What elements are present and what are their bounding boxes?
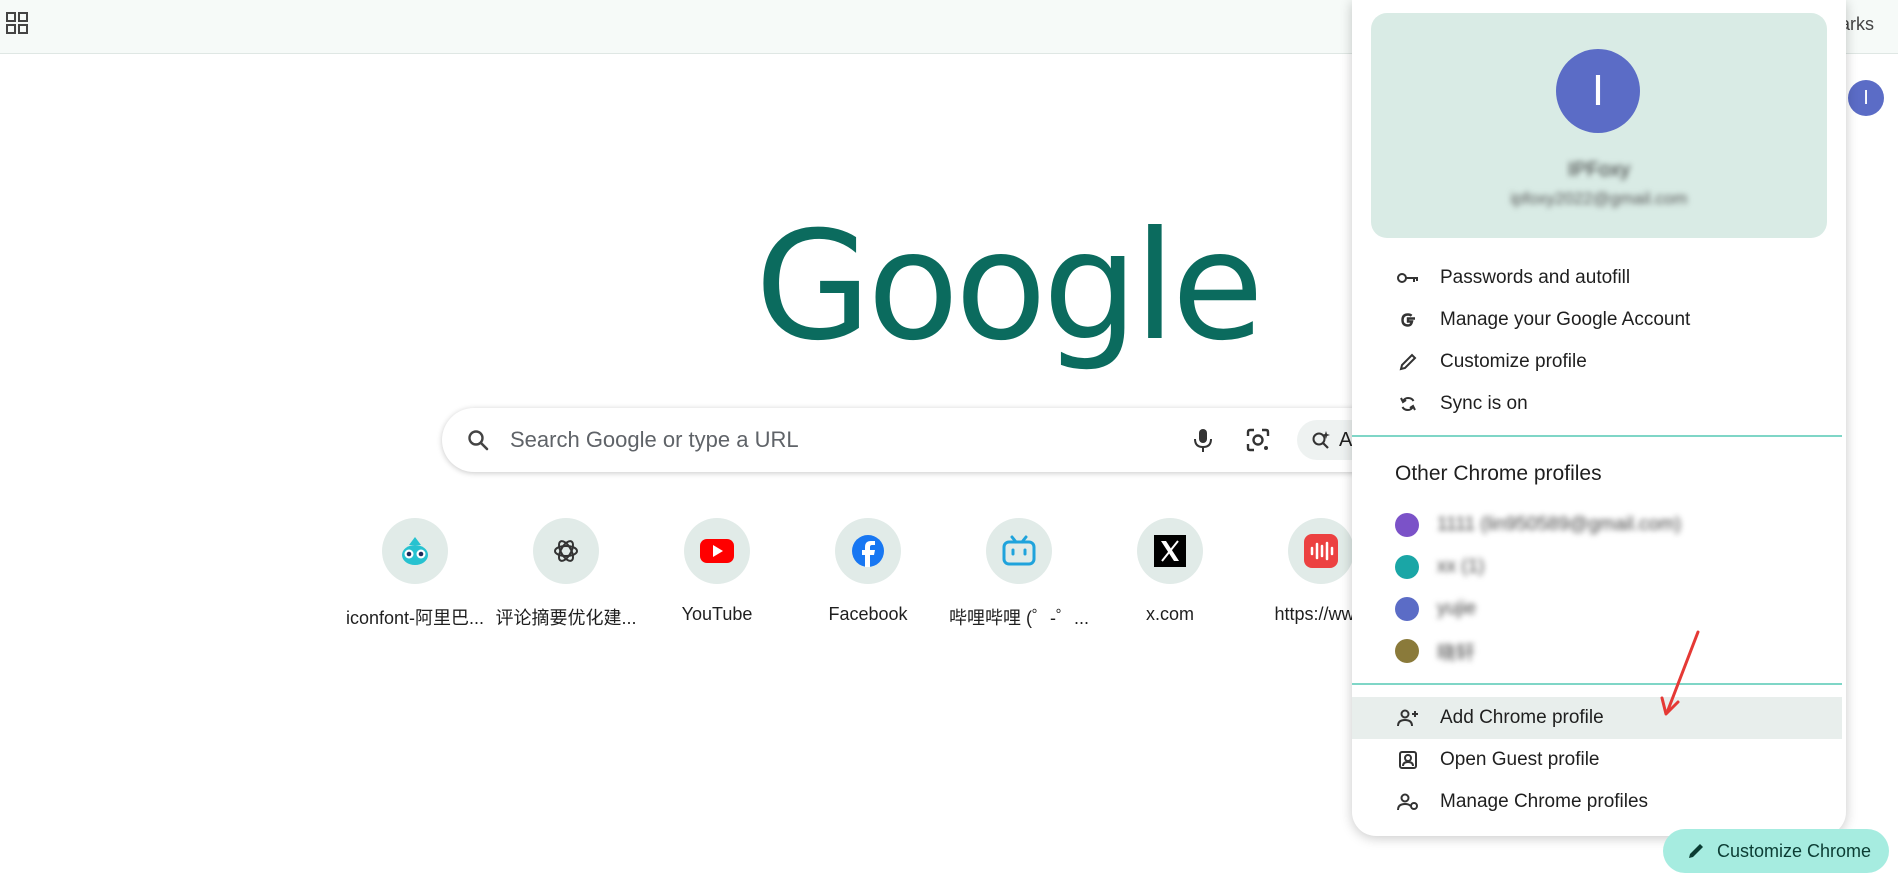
profile-name: IPFoxy bbox=[1567, 159, 1631, 181]
shortcut-label: x.com bbox=[1145, 604, 1194, 624]
pencil-icon bbox=[1396, 350, 1420, 374]
guest-profile-icon bbox=[1396, 748, 1420, 772]
sync-icon bbox=[1396, 392, 1420, 416]
shortcut-iconfont[interactable]: iconfont-阿里巴... bbox=[340, 518, 490, 630]
shortcut-label: iconfont-阿里巴... bbox=[345, 608, 485, 628]
profile-menu: I IPFoxy ipfoxy2022@gmail.com Passwords … bbox=[1352, 0, 1846, 836]
customize-chrome-button[interactable]: Customize Chrome bbox=[1663, 829, 1889, 873]
ai-mode-label: A bbox=[1339, 428, 1353, 451]
profile-card: I IPFoxy ipfoxy2022@gmail.com bbox=[1371, 13, 1827, 238]
other-profile-item[interactable]: xx (1) bbox=[1395, 552, 1485, 582]
google-lens-icon[interactable] bbox=[1244, 426, 1272, 454]
menu-divider bbox=[1352, 435, 1842, 437]
bilibili-icon bbox=[1002, 535, 1036, 566]
menu-item-manage-chrome-profiles[interactable]: Manage Chrome profiles bbox=[1352, 781, 1846, 823]
menu-item-passwords-autofill[interactable]: Passwords and autofill bbox=[1352, 257, 1846, 299]
shortcut-label: YouTube bbox=[681, 604, 753, 624]
shortcut-tile[interactable] bbox=[1288, 518, 1354, 584]
shortcut-label: 哔哩哔哩 (゜-゜... bbox=[949, 608, 1089, 628]
key-icon bbox=[1396, 266, 1420, 290]
add-person-icon bbox=[1396, 706, 1420, 730]
other-profile-item[interactable]: yujie bbox=[1395, 594, 1476, 624]
shortcut-bilibili[interactable]: 哔哩哔哩 (゜-゜... bbox=[944, 518, 1094, 630]
menu-item-label: Open Guest profile bbox=[1440, 749, 1600, 770]
shortcut-youtube[interactable]: YouTube bbox=[642, 518, 792, 625]
search-box[interactable]: A bbox=[442, 408, 1442, 472]
search-icon bbox=[468, 430, 489, 451]
chatgpt-icon bbox=[554, 540, 578, 562]
other-profile-name: xx (1) bbox=[1437, 556, 1485, 577]
other-profiles-title: Other Chrome profiles bbox=[1395, 462, 1602, 485]
other-profile-name: 1111 (lin950589@gmail.com) bbox=[1437, 514, 1682, 535]
google-g-icon bbox=[1396, 308, 1420, 332]
shortcut-tile[interactable] bbox=[986, 518, 1052, 584]
apps-grid-icon[interactable] bbox=[6, 12, 28, 34]
menu-item-sync[interactable]: Sync is on bbox=[1352, 383, 1846, 425]
profile-email: ipfoxy2022@gmail.com bbox=[1510, 189, 1688, 208]
other-profile-item[interactable]: 1111 (lin950589@gmail.com) bbox=[1395, 510, 1681, 540]
menu-item-open-guest-profile[interactable]: Open Guest profile bbox=[1352, 739, 1846, 781]
profile-avatar-icon bbox=[1395, 639, 1419, 663]
customize-chrome-label: Customize Chrome bbox=[1717, 840, 1872, 861]
netease-music-icon bbox=[1304, 534, 1338, 568]
shortcut-tile[interactable] bbox=[684, 518, 750, 584]
x-icon bbox=[1154, 535, 1186, 567]
other-profile-item[interactable]: 晓轩 bbox=[1395, 636, 1475, 666]
menu-item-label: Passwords and autofill bbox=[1440, 267, 1631, 288]
shortcut-facebook[interactable]: Facebook bbox=[793, 518, 943, 625]
ai-search-icon bbox=[1312, 431, 1330, 449]
shortcut-tile[interactable] bbox=[1137, 518, 1203, 584]
menu-item-manage-google-account[interactable]: Manage your Google Account bbox=[1352, 299, 1846, 341]
profile-avatar: I bbox=[1556, 49, 1640, 133]
menu-item-customize-profile[interactable]: Customize profile bbox=[1352, 341, 1846, 383]
iconfont-mascot-icon bbox=[402, 537, 428, 565]
menu-item-label: Sync is on bbox=[1440, 393, 1528, 414]
youtube-icon bbox=[700, 539, 734, 563]
menu-item-label: Manage your Google Account bbox=[1440, 309, 1691, 330]
profile-avatar-icon bbox=[1395, 555, 1419, 579]
shortcut-label: 评论摘要优化建... bbox=[495, 608, 637, 628]
other-profile-name: 晓轩 bbox=[1437, 642, 1476, 664]
shortcut-tile[interactable] bbox=[835, 518, 901, 584]
profile-avatar-button[interactable]: I bbox=[1848, 80, 1884, 116]
shortcut-chatgpt[interactable]: 评论摘要优化建... bbox=[491, 518, 641, 630]
menu-item-add-chrome-profile[interactable]: Add Chrome profile bbox=[1352, 697, 1842, 739]
search-input[interactable] bbox=[508, 426, 1132, 454]
google-logo: Google bbox=[755, 200, 1264, 374]
profile-avatar-icon bbox=[1395, 513, 1419, 537]
shortcut-tile[interactable] bbox=[533, 518, 599, 584]
menu-divider bbox=[1352, 683, 1842, 685]
shortcut-tile[interactable] bbox=[382, 518, 448, 584]
menu-item-label: Add Chrome profile bbox=[1440, 707, 1604, 728]
manage-profiles-icon bbox=[1396, 790, 1420, 814]
microphone-icon[interactable] bbox=[1190, 426, 1216, 454]
annotation-arrow-icon bbox=[1660, 630, 1700, 716]
other-profile-name: yujie bbox=[1437, 598, 1477, 619]
menu-item-label: Manage Chrome profiles bbox=[1440, 791, 1649, 812]
shortcut-x[interactable]: x.com bbox=[1095, 518, 1245, 625]
menu-item-label: Customize profile bbox=[1440, 351, 1587, 372]
profile-avatar-icon bbox=[1395, 597, 1419, 621]
pencil-icon bbox=[1689, 844, 1703, 858]
shortcut-label: Facebook bbox=[828, 604, 908, 624]
facebook-icon bbox=[852, 535, 884, 567]
